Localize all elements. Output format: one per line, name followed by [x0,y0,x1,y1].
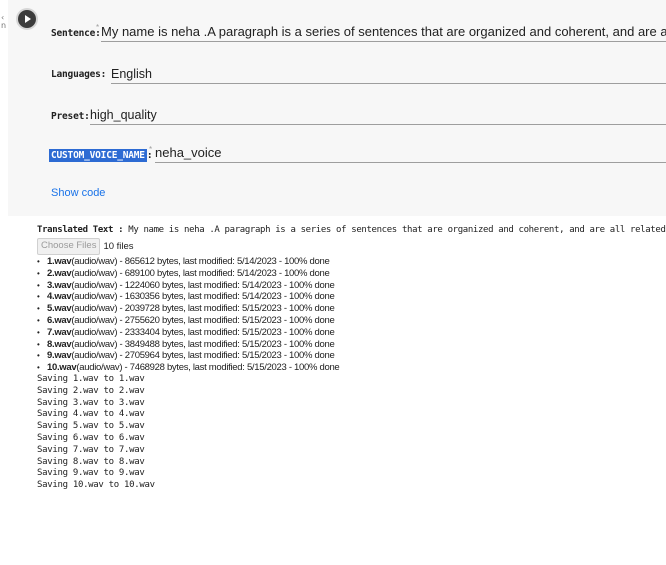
list-item: 8.wav(audio/wav) - 3849488 bytes, last m… [37,339,666,351]
log-line: Saving 2.wav to 2.wav [37,385,145,396]
uploaded-files-list: 1.wav(audio/wav) - 865612 bytes, last mo… [37,256,666,374]
list-item: 4.wav(audio/wav) - 1630356 bytes, last m… [37,291,666,303]
sentence-input[interactable]: My name is neha .A paragraph is a series… [101,24,666,42]
preset-select[interactable]: high_quality [90,108,666,125]
log-line: Saving 10.wav to 10.wav [37,480,155,491]
file-info: (audio/wav) - 865612 bytes, last modifie… [71,256,330,267]
files-count: 10 files [103,240,134,252]
list-item: 5.wav(audio/wav) - 2039728 bytes, last m… [37,303,666,315]
file-info: (audio/wav) - 3849488 bytes, last modifi… [71,338,335,350]
custom-voice-label-text: CUSTOM_VOICE_NAME [49,149,147,162]
saving-log: Saving 1.wav to 1.wav Saving 2.wav to 2.… [37,374,666,492]
log-line: Saving 8.wav to 8.wav [37,456,145,467]
file-name: 10.wav [47,362,77,374]
required-marker: * [96,23,100,32]
translated-text: Translated Text : My name is neha .A par… [37,224,666,236]
run-cell-button[interactable] [18,10,36,28]
file-info: (audio/wav) - 2039728 bytes, last modifi… [71,303,335,315]
file-info: (audio/wav) - 689100 bytes, last modifie… [71,267,330,279]
required-marker: * [149,145,153,154]
file-name: 2.wav [47,267,72,279]
file-name: 9.wav [47,350,72,362]
custom-voice-label: CUSTOM_VOICE_NAME: [49,149,153,162]
log-line: Saving 5.wav to 5.wav [37,421,145,432]
log-line: Saving 7.wav to 7.wav [37,444,145,455]
file-upload-row: Choose Files 10 files [37,237,666,255]
list-item: 6.wav(audio/wav) - 2755620 bytes, last m… [37,315,666,327]
file-name: 3.wav [47,279,72,291]
translated-label: Translated Text : [37,225,124,235]
log-line: Saving 6.wav to 6.wav [37,432,145,443]
log-line: Saving 4.wav to 4.wav [37,409,145,420]
file-info: (audio/wav) - 7468928 bytes, last modifi… [76,362,340,374]
list-item: 2.wav(audio/wav) - 689100 bytes, last mo… [37,268,666,280]
file-name: 1.wav [47,256,72,267]
list-item: 10.wav(audio/wav) - 7468928 bytes, last … [37,362,666,374]
file-name: 6.wav [47,314,72,326]
show-code-link[interactable]: Show code [51,187,105,199]
list-item: 7.wav(audio/wav) - 2333404 bytes, last m… [37,327,666,339]
list-item: 9.wav(audio/wav) - 2705964 bytes, last m… [37,350,666,362]
left-gutter: ‹ n [0,0,8,565]
translated-value: My name is neha .A paragraph is a series… [128,225,666,235]
log-line: Saving 1.wav to 1.wav [37,373,145,384]
log-line: Saving 3.wav to 3.wav [37,397,145,408]
file-name: 5.wav [47,303,72,315]
languages-label: Languages: [51,69,107,80]
sentence-label: Sentence: [51,28,101,39]
file-name: 7.wav [47,326,72,338]
preset-label: Preset: [51,111,90,122]
file-info: (audio/wav) - 2755620 bytes, last modifi… [71,314,335,326]
list-item: 1.wav(audio/wav) - 865612 bytes, last mo… [37,256,666,268]
gutter-mark: ‹ n [1,13,7,30]
file-info: (audio/wav) - 1224060 bytes, last modifi… [71,279,335,291]
file-info: (audio/wav) - 2705964 bytes, last modifi… [71,350,335,362]
choose-files-button[interactable]: Choose Files [37,237,101,255]
log-line: Saving 9.wav to 9.wav [37,468,145,479]
file-info: (audio/wav) - 1630356 bytes, last modifi… [71,291,335,303]
cell-output: Translated Text : My name is neha .A par… [37,224,666,492]
file-info: (audio/wav) - 2333404 bytes, last modifi… [71,326,335,338]
languages-select[interactable]: English [111,67,666,84]
custom-voice-input[interactable]: neha_voice [155,145,666,163]
list-item: 3.wav(audio/wav) - 1224060 bytes, last m… [37,280,666,292]
file-name: 8.wav [47,338,72,350]
code-cell: Sentence: * My name is neha .A paragraph… [8,0,666,216]
file-name: 4.wav [47,291,72,303]
